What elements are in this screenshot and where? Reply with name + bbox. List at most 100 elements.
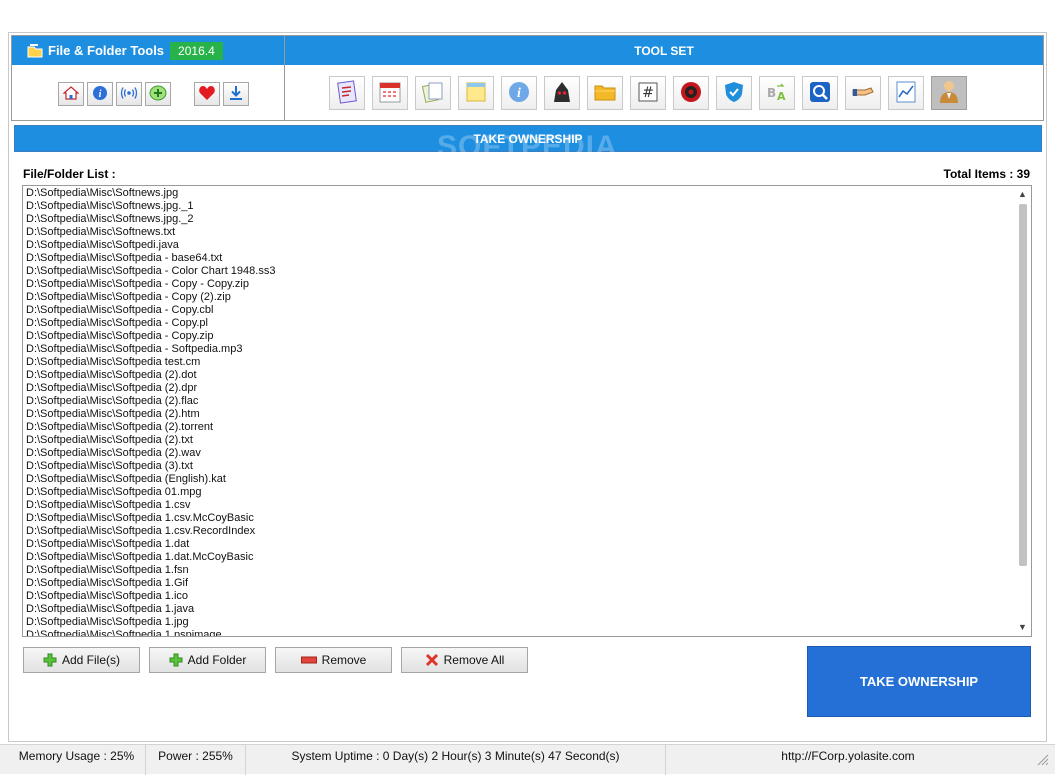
list-item[interactable]: D:\Softpedia\Misc\Softpedia - Copy.zip bbox=[26, 330, 1031, 343]
copy-tool-icon bbox=[421, 80, 445, 107]
list-item[interactable]: D:\Softpedia\Misc\Softpedia - Copy.cbl bbox=[26, 304, 1031, 317]
list-item[interactable]: D:\Softpedia\Misc\Softpedia 1.fsn bbox=[26, 564, 1031, 577]
scrollbar-thumb[interactable] bbox=[1019, 204, 1027, 566]
list-item[interactable]: D:\Softpedia\Misc\Softpedia - Copy.pl bbox=[26, 317, 1031, 330]
tool-hand[interactable] bbox=[845, 76, 881, 110]
svg-text:#: # bbox=[642, 85, 654, 101]
file-list: D:\Softpedia\Misc\Softnews.jpg D:\Softped… bbox=[23, 186, 1031, 636]
list-item[interactable]: D:\Softpedia\Misc\Softpedia - Copy - Cop… bbox=[26, 278, 1031, 291]
list-item[interactable]: D:\Softpedia\Misc\Softpedia (2).dpr bbox=[26, 382, 1031, 395]
add-files-label: Add File(s) bbox=[61, 653, 120, 667]
power-status: Power : 255% bbox=[146, 745, 246, 775]
list-item[interactable]: D:\Softpedia\Misc\Softpedia 1.ico bbox=[26, 590, 1031, 603]
list-item[interactable]: D:\Softpedia\Misc\Softpedia 1.java bbox=[26, 603, 1031, 616]
tool-shield[interactable] bbox=[716, 76, 752, 110]
user-tool-icon bbox=[937, 79, 961, 108]
tool-note[interactable] bbox=[458, 76, 494, 110]
take-ownership-button[interactable]: TAKE OWNERSHIP bbox=[807, 646, 1031, 717]
list-item[interactable]: D:\Softpedia\Misc\Softpedia 01.mpg bbox=[26, 486, 1031, 499]
info-button[interactable]: i bbox=[87, 82, 113, 106]
broadcast-icon bbox=[120, 86, 138, 103]
tool-info[interactable]: i bbox=[501, 76, 537, 110]
svg-text:A: A bbox=[777, 90, 786, 103]
info-icon: i bbox=[92, 85, 108, 104]
list-item[interactable]: D:\Softpedia\Misc\Softpedia (2).flac bbox=[26, 395, 1031, 408]
vertical-scrollbar[interactable]: ▲ ▼ bbox=[1014, 186, 1031, 636]
remove-all-label: Remove All bbox=[443, 653, 505, 667]
list-item[interactable]: D:\Softpedia\Misc\Softpedia (2).dot bbox=[26, 369, 1031, 382]
chart-tool-icon bbox=[894, 80, 918, 107]
list-item[interactable]: D:\Softpedia\Misc\Softpedia test.cm bbox=[26, 356, 1031, 369]
section-title: TAKE OWNERSHIP bbox=[473, 131, 583, 146]
tool-chart[interactable] bbox=[888, 76, 924, 110]
file-list-label: File/Folder List : bbox=[23, 167, 116, 181]
remove-button[interactable]: Remove bbox=[275, 647, 392, 673]
close-icon bbox=[425, 653, 439, 667]
scroll-down-arrow-icon[interactable]: ▼ bbox=[1014, 619, 1031, 636]
file-list-box[interactable]: D:\Softpedia\Misc\Softnews.jpg D:\Softped… bbox=[22, 185, 1032, 637]
toolset-panel: TOOL SET i # BA bbox=[285, 36, 1043, 120]
svg-text:B: B bbox=[767, 86, 776, 100]
home-icon bbox=[62, 85, 80, 103]
list-item[interactable]: D:\Softpedia\Misc\Softnews.jpg._1 bbox=[26, 200, 1031, 213]
list-item[interactable]: D:\Softpedia\Misc\Softpedia - Softpedia.… bbox=[26, 343, 1031, 356]
list-item[interactable]: D:\Softpedia\Misc\Softnews.txt bbox=[26, 226, 1031, 239]
list-item[interactable]: D:\Softpedia\Misc\Softpedia 1.csv.Record… bbox=[26, 525, 1031, 538]
tool-search[interactable] bbox=[802, 76, 838, 110]
add-button[interactable] bbox=[145, 82, 171, 106]
heart-icon bbox=[198, 85, 216, 104]
gear-tool-icon bbox=[679, 80, 703, 107]
list-item[interactable]: D:\Softpedia\Misc\Softpedia (2).torrent bbox=[26, 421, 1031, 434]
toolset-label: TOOL SET bbox=[634, 43, 694, 58]
list-item[interactable]: D:\Softpedia\Misc\Softpedia (3).txt bbox=[26, 460, 1031, 473]
list-item[interactable]: D:\Softpedia\Misc\Softpedia 1.dat bbox=[26, 538, 1031, 551]
list-item[interactable]: D:\Softpedia\Misc\Softpedia 1.Gif bbox=[26, 577, 1031, 590]
hand-tool-icon bbox=[851, 80, 875, 107]
download-button[interactable] bbox=[223, 82, 249, 106]
plus-icon bbox=[43, 653, 57, 667]
list-item[interactable]: D:\Softpedia\Misc\Softpedia 1.csv bbox=[26, 499, 1031, 512]
robot-tool-icon bbox=[550, 80, 574, 107]
list-item[interactable]: D:\Softpedia\Misc\Softpedia 1.csv.McCoyB… bbox=[26, 512, 1031, 525]
broadcast-button[interactable] bbox=[116, 82, 142, 106]
add-files-button[interactable]: Add File(s) bbox=[23, 647, 140, 673]
minus-icon bbox=[300, 656, 317, 664]
home-button[interactable] bbox=[58, 82, 84, 106]
section-title-bar: TAKE OWNERSHIP bbox=[14, 125, 1042, 152]
list-item[interactable]: D:\Softpedia\Misc\Softnews.jpg._2 bbox=[26, 213, 1031, 226]
list-item[interactable]: D:\Softpedia\Misc\Softpedi.java bbox=[26, 239, 1031, 252]
tool-user[interactable] bbox=[931, 76, 967, 110]
list-item[interactable]: D:\Softpedia\Misc\Softpedia - base64.txt bbox=[26, 252, 1031, 265]
list-item[interactable]: D:\Softpedia\Misc\Softnews.jpg bbox=[26, 187, 1031, 200]
resize-grip-icon[interactable] bbox=[1035, 752, 1049, 766]
search-tool-icon bbox=[808, 80, 832, 107]
tool-rename[interactable]: BA bbox=[759, 76, 795, 110]
tool-calendar[interactable] bbox=[372, 76, 408, 110]
svg-text:i: i bbox=[517, 86, 521, 101]
memory-usage: Memory Usage : 25% bbox=[8, 745, 146, 775]
tool-copy[interactable] bbox=[415, 76, 451, 110]
add-folder-button[interactable]: Add Folder bbox=[149, 647, 266, 673]
hash-tool-icon: # bbox=[636, 80, 660, 107]
remove-all-button[interactable]: Remove All bbox=[401, 647, 528, 673]
list-item[interactable]: D:\Softpedia\Misc\Softpedia - Color Char… bbox=[26, 265, 1031, 278]
list-item[interactable]: D:\Softpedia\Misc\Softpedia (2).wav bbox=[26, 447, 1031, 460]
list-item[interactable]: D:\Softpedia\Misc\Softpedia (2).htm bbox=[26, 408, 1031, 421]
list-item[interactable]: D:\Softpedia\Misc\Softpedia (2).txt bbox=[26, 434, 1031, 447]
list-item[interactable]: D:\Softpedia\Misc\Softpedia 1.pspimage bbox=[26, 629, 1031, 636]
favorite-button[interactable] bbox=[194, 82, 220, 106]
list-item[interactable]: D:\Softpedia\Misc\Softpedia (English).ka… bbox=[26, 473, 1031, 486]
tool-hash[interactable]: # bbox=[630, 76, 666, 110]
list-item[interactable]: D:\Softpedia\Misc\Softpedia 1.dat.McCoyB… bbox=[26, 551, 1031, 564]
add-folder-label: Add Folder bbox=[187, 653, 247, 667]
website-link[interactable]: http://FCorp.yolasite.com bbox=[666, 745, 1030, 775]
tool-folder[interactable] bbox=[587, 76, 623, 110]
scroll-up-arrow-icon[interactable]: ▲ bbox=[1014, 186, 1031, 203]
list-item[interactable]: D:\Softpedia\Misc\Softpedia - Copy (2).z… bbox=[26, 291, 1031, 304]
tool-robot[interactable] bbox=[544, 76, 580, 110]
note-tool-icon bbox=[464, 80, 488, 107]
tool-file-list[interactable] bbox=[329, 76, 365, 110]
file-list-tool-icon bbox=[335, 79, 359, 107]
list-item[interactable]: D:\Softpedia\Misc\Softpedia 1.jpg bbox=[26, 616, 1031, 629]
tool-gear[interactable] bbox=[673, 76, 709, 110]
